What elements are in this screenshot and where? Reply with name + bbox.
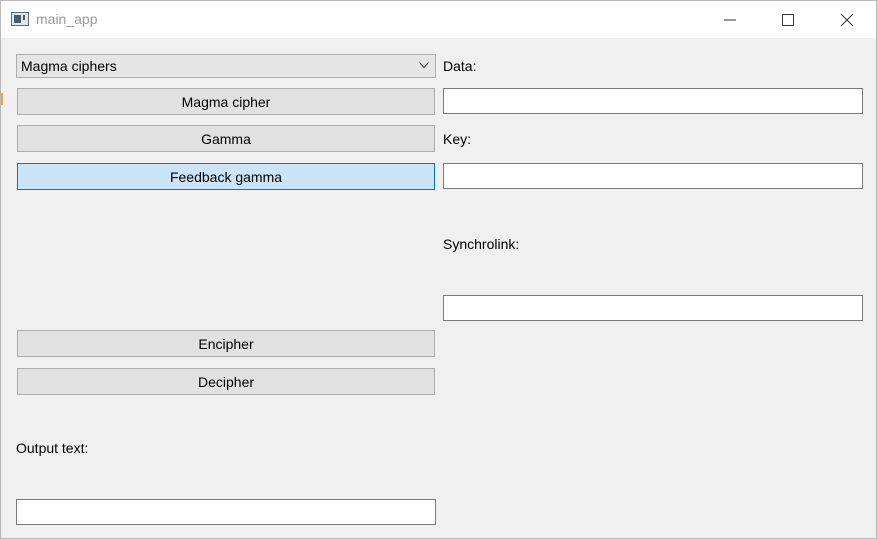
close-button[interactable] [818, 1, 876, 38]
gamma-button[interactable]: Gamma [17, 125, 435, 152]
output-text-label: Output text: [16, 440, 89, 456]
minimize-icon [724, 19, 736, 20]
cipher-select[interactable]: Magma ciphers [16, 54, 436, 78]
synchrolink-field[interactable] [443, 295, 863, 321]
window-edge-marker [1, 93, 3, 105]
output-text-input[interactable] [17, 500, 435, 524]
encipher-button[interactable]: Encipher [17, 330, 435, 357]
maximize-icon [782, 13, 794, 26]
main-window: main_app Magma ciphers Magma cipher Gamm… [0, 0, 877, 539]
maximize-button[interactable] [759, 1, 817, 38]
minimize-button[interactable] [701, 1, 759, 38]
key-label: Key: [443, 131, 472, 147]
close-icon [841, 13, 853, 26]
feedback-gamma-button[interactable]: Feedback gamma [17, 163, 435, 190]
magma-cipher-button[interactable]: Magma cipher [17, 88, 435, 115]
title-bar[interactable]: main_app [1, 1, 876, 38]
chevron-down-icon [419, 62, 429, 69]
cipher-select-value: Magma ciphers [21, 58, 117, 74]
synchrolink-label: Synchrolink: [443, 236, 520, 252]
data-label: Data: [443, 58, 477, 74]
app-window-icon [11, 12, 29, 26]
data-input[interactable] [444, 89, 862, 113]
decipher-button[interactable]: Decipher [17, 368, 435, 395]
output-text-field[interactable] [16, 499, 436, 525]
key-input[interactable] [444, 164, 862, 188]
data-field[interactable] [443, 88, 863, 114]
synchrolink-input[interactable] [444, 296, 862, 320]
key-field[interactable] [443, 163, 863, 189]
window-title: main_app [36, 11, 98, 27]
